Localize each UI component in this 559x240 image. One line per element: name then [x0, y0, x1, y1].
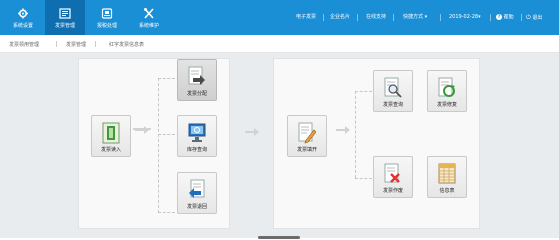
invoice-return-icon	[189, 179, 205, 198]
connector	[158, 78, 159, 213]
e-invoice-link[interactable]: 电子发票	[296, 14, 316, 21]
breadcrumb-item[interactable]: 红字发票信息表	[109, 41, 144, 48]
gear-icon	[18, 8, 28, 19]
date-dropdown[interactable]: 2019-02-28▾	[449, 14, 481, 21]
info-table-icon	[438, 163, 456, 184]
connector	[158, 134, 175, 135]
invoice-void-button[interactable]: 发票作废	[373, 156, 413, 198]
breadcrumb-item[interactable]: 发票管理	[66, 41, 86, 48]
logout-label: 退出	[532, 15, 543, 21]
nav-system-settings[interactable]: 系统设置	[3, 0, 43, 35]
tools-icon	[144, 8, 154, 19]
connector	[355, 91, 372, 92]
info-table-button[interactable]: 信息表	[427, 156, 467, 198]
shortcuts-label: 快捷方式	[403, 14, 424, 20]
invoice-repair-icon	[438, 77, 455, 97]
horizontal-scrollbar[interactable]	[258, 236, 300, 239]
invoice-read-button[interactable]: 发票读入	[91, 115, 131, 157]
divider	[95, 41, 96, 47]
logout-button[interactable]: ⏻ 退出	[526, 14, 542, 22]
date-text: 2019-02-28	[449, 14, 479, 20]
invoice-void-icon	[384, 163, 400, 183]
tax-report-icon	[101, 8, 113, 19]
nav-label: 系统设置	[12, 23, 33, 29]
tile-label: 库存查询	[186, 147, 207, 153]
divider	[357, 14, 358, 21]
tile-label: 发票作废	[382, 188, 403, 194]
nav-system-maintenance[interactable]: 系统维护	[129, 0, 169, 35]
top-navigation-bar: 系统设置 发票管理 报税处理 系统维护 电子发票 企业名片 在线支持 快捷方式	[0, 0, 559, 35]
power-icon: ⏻	[526, 14, 531, 21]
chevron-down-icon: ▾	[424, 14, 428, 20]
invoice-read-icon	[102, 122, 120, 144]
nav-label: 报税处理	[96, 23, 117, 29]
connector	[158, 78, 175, 79]
help-label: 帮助	[503, 14, 514, 21]
breadcrumb: 发票领用管理 发票管理 红字发票信息表	[0, 35, 559, 53]
connector	[355, 178, 372, 179]
invoice-icon	[59, 8, 71, 19]
breadcrumb-item[interactable]: 发票领用管理	[9, 41, 39, 48]
nav-invoice-management[interactable]: 发票管理	[45, 0, 85, 35]
help-button[interactable]: ? 帮助	[496, 14, 514, 22]
arrow-right-icon	[336, 126, 350, 134]
stock-query-button[interactable]: 库存查询	[177, 115, 217, 157]
connector	[355, 91, 356, 178]
monitor-search-icon	[188, 123, 206, 142]
invoice-issue-button[interactable]: 发票填开	[287, 115, 327, 157]
divider	[490, 14, 491, 21]
online-support-link[interactable]: 在线支持	[366, 14, 386, 21]
tile-label: 发票填开	[296, 147, 317, 153]
invoice-issue-icon	[298, 122, 316, 144]
divider	[56, 41, 57, 47]
divider	[323, 14, 324, 21]
divider	[393, 14, 394, 21]
connector	[158, 212, 175, 213]
tile-label: 发票分配	[186, 91, 207, 97]
tile-label: 发票读入	[100, 147, 121, 153]
divider	[521, 14, 522, 21]
invoice-distribution-icon	[188, 66, 205, 85]
nav-label: 发票管理	[54, 23, 75, 29]
tile-label: 发票修复	[436, 102, 457, 108]
tile-label: 发票退回	[186, 204, 207, 210]
shortcuts-dropdown[interactable]: 快捷方式 ▾	[403, 14, 427, 21]
divider	[440, 14, 441, 21]
invoice-query-icon	[384, 77, 402, 98]
arrow-right-icon	[135, 126, 149, 134]
tile-label: 发票查询	[382, 102, 403, 108]
company-card-link[interactable]: 企业名片	[330, 14, 350, 21]
nav-tax-report[interactable]: 报税处理	[87, 0, 127, 35]
invoice-distribution-button[interactable]: 发票分配	[177, 59, 217, 101]
invoice-repair-button[interactable]: 发票修复	[427, 70, 467, 112]
arrow-right-icon	[245, 128, 259, 136]
chevron-down-icon: ▾	[478, 14, 481, 20]
nav-label: 系统维护	[138, 23, 159, 29]
invoice-query-button[interactable]: 发票查询	[373, 70, 413, 112]
help-icon: ?	[496, 14, 502, 20]
invoice-return-button[interactable]: 发票退回	[177, 172, 217, 214]
tile-label: 信息表	[439, 188, 455, 194]
